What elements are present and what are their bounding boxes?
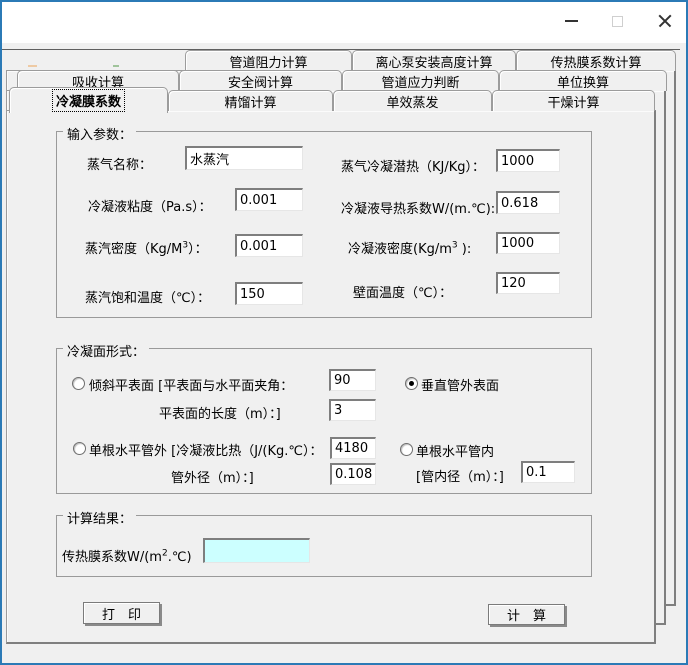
viscosity-label: 冷凝液粘度（Pa.s）： [88, 200, 212, 215]
app-window: 管道阻力计算 离心泵安装高度计算 传热膜系数计算 吸收计算 安全阀计算 管道应力… [0, 0, 688, 665]
radio-horizontal-tube-inside[interactable] [400, 443, 413, 456]
liquid-density-field[interactable] [496, 232, 560, 254]
artifact-orange-dash [28, 65, 37, 67]
result-group-title: 计算结果： [63, 508, 137, 527]
calculate-button-label: 计 算 [506, 609, 546, 624]
maximize-icon [611, 15, 623, 27]
radio-vertical-tube-outside[interactable] [405, 377, 418, 390]
inclined-plane-label: 倾斜平表面 [平表面与水平面夹角： [89, 379, 294, 394]
conductivity-field[interactable] [496, 191, 560, 214]
plane-length-label: 平表面的长度（m）：] [159, 407, 281, 422]
inner-diameter-label: [管内径（m）：] [416, 470, 504, 485]
tab-label: 管道阻力计算 [229, 55, 308, 71]
tab-single-effect-evaporation[interactable]: 单效蒸发 [333, 90, 492, 111]
tab-label: 离心泵安装高度计算 [375, 55, 493, 71]
tab-label: 单效蒸发 [386, 95, 439, 111]
saturation-temperature-label: 蒸汽饱和温度（℃）： [85, 291, 211, 306]
close-icon [658, 14, 672, 28]
close-button[interactable] [648, 6, 682, 36]
tab-label: 安全阀计算 [227, 75, 293, 91]
latent-heat-field[interactable] [496, 149, 560, 172]
radio-horizontal-tube-outside[interactable] [73, 442, 86, 455]
tab-safety-valve[interactable]: 安全阀计算 [179, 70, 342, 91]
vapor-density-field[interactable] [235, 234, 303, 257]
viscosity-field[interactable] [235, 188, 303, 211]
liquid-density-label: 冷凝液密度(Kg/m3 ): [348, 240, 472, 257]
minimize-icon [564, 20, 578, 22]
tab-unit-conversion[interactable]: 单位换算 [499, 70, 667, 91]
specific-heat-field[interactable] [330, 437, 376, 459]
artifact-green-dash [113, 65, 119, 67]
tab-pipe-resistance[interactable]: 管道阻力计算 [185, 50, 352, 71]
calculate-button[interactable]: 计 算 [488, 604, 565, 625]
tab-pump-installation-height[interactable]: 离心泵安装高度计算 [352, 50, 516, 71]
latent-heat-label: 蒸气冷凝潜热（KJ/Kg）： [341, 160, 486, 175]
tab-heat-transfer-film-coefficient[interactable]: 传热膜系数计算 [516, 50, 676, 71]
inner-diameter-field[interactable] [521, 461, 575, 483]
tab-label: 传热膜系数计算 [550, 55, 642, 71]
print-button[interactable]: 打 印 [83, 602, 160, 624]
conductivity-label: 冷凝液导热系数W/(m.℃): [341, 202, 496, 217]
horizontal-tube-outside-label: 单根水平管外 [冷凝液比热（J/(Kg.℃）： [89, 444, 323, 459]
horizontal-tube-inside-label: 单根水平管内 [416, 445, 495, 460]
minimize-button[interactable] [554, 6, 588, 36]
print-button-label: 打 印 [101, 607, 141, 623]
plane-length-field[interactable] [329, 399, 376, 421]
tab-label: 精馏计算 [224, 95, 277, 111]
tab-label: 干燥计算 [547, 95, 600, 111]
condensation-surface-group: 冷凝面形式： [56, 341, 592, 494]
maximize-button[interactable] [600, 6, 634, 36]
tab-pipe-stress[interactable]: 管道应力判断 [342, 70, 499, 91]
saturation-temperature-field[interactable] [235, 282, 303, 305]
tab-condensation-film-coefficient[interactable]: 冷凝膜系数 [9, 87, 168, 113]
vapor-density-label: 蒸汽密度（Kg/M3）： [85, 240, 208, 257]
condensation-surface-group-title: 冷凝面形式： [63, 341, 150, 360]
wall-temperature-field[interactable] [496, 272, 560, 294]
vertical-tube-outside-label: 垂直管外表面 [421, 379, 500, 394]
tab-label: 管道应力判断 [381, 75, 460, 91]
tab-drying[interactable]: 干燥计算 [492, 90, 655, 111]
heat-transfer-coefficient-label: 传热膜系数W/(m2.℃) [62, 548, 192, 565]
outer-diameter-label: 管外径（m）：] [171, 471, 254, 486]
outer-diameter-field[interactable] [330, 463, 376, 485]
tab-distillation[interactable]: 精馏计算 [168, 90, 333, 111]
wall-temperature-label: 壁面温度（℃）： [353, 286, 453, 301]
radio-inclined-plane[interactable] [72, 377, 85, 390]
plane-angle-field[interactable] [329, 369, 376, 391]
steam-name-label: 蒸气名称： [87, 158, 153, 173]
tab-label: 单位换算 [556, 75, 609, 91]
steam-name-field[interactable] [185, 146, 303, 170]
tab-label-selected: 冷凝膜系数 [51, 89, 125, 112]
input-parameters-group-title: 输入参数： [63, 124, 137, 143]
title-bar [2, 2, 686, 43]
heat-transfer-coefficient-output [203, 538, 310, 563]
